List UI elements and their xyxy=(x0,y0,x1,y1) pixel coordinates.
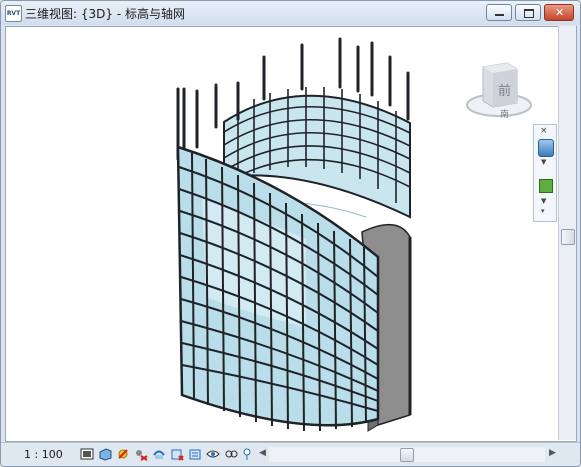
title-bar[interactable]: RVT 三维视图: {3D} - 标高与轴网 ✕ xyxy=(1,1,580,25)
detail-level-icon[interactable] xyxy=(80,447,94,461)
reveal-hidden-icon[interactable] xyxy=(224,447,238,461)
horizontal-scroll-thumb[interactable] xyxy=(400,448,414,462)
navigation-bar: × ▼ ▼ ▾ xyxy=(533,124,557,222)
scroll-left-arrow-icon[interactable]: ◀ xyxy=(259,448,266,458)
navbar-options-icon[interactable]: ▾ xyxy=(541,207,545,215)
view-window: RVT 三维视图: {3D} - 标高与轴网 ✕ 前 南 × ▼ ▼ ▾ 1:… xyxy=(0,0,581,467)
close-button[interactable]: ✕ xyxy=(544,4,574,21)
chevron-down-icon[interactable]: ▼ xyxy=(541,197,546,205)
viewcube-face-label[interactable]: 前 xyxy=(498,80,511,99)
vertical-scrollbar[interactable] xyxy=(558,26,576,440)
view-scale[interactable]: 1 : 100 xyxy=(24,448,63,461)
maximize-icon xyxy=(524,9,534,18)
minimize-button[interactable] xyxy=(486,4,512,21)
viewcube-compass-label[interactable]: 南 xyxy=(500,107,509,120)
rvt-file-icon: RVT xyxy=(5,5,22,22)
visual-style-icon[interactable] xyxy=(98,447,112,461)
maximize-button[interactable] xyxy=(515,4,541,21)
close-icon: ✕ xyxy=(555,6,565,19)
shadows-icon[interactable] xyxy=(134,447,148,461)
show-crop-icon[interactable] xyxy=(170,447,184,461)
minimize-icon xyxy=(495,14,504,16)
unlock-3d-icon[interactable] xyxy=(188,447,202,461)
3d-viewport[interactable]: 前 南 × ▼ ▼ ▾ xyxy=(5,26,577,442)
crop-view-icon[interactable] xyxy=(152,447,166,461)
chevron-down-icon[interactable]: ▼ xyxy=(541,158,546,166)
vertical-scroll-thumb[interactable] xyxy=(561,229,575,245)
sun-path-icon[interactable] xyxy=(116,447,130,461)
horizontal-scrollbar[interactable] xyxy=(269,447,545,462)
window-title: 三维视图: {3D} - 标高与轴网 xyxy=(25,7,185,21)
navbar-close-icon[interactable]: × xyxy=(540,126,548,136)
view-control-bar: 1 : 100 ◀ ▶ xyxy=(1,442,580,466)
zoom-region-icon[interactable] xyxy=(539,179,553,193)
scroll-right-arrow-icon[interactable]: ▶ xyxy=(549,448,556,458)
steering-wheel-icon[interactable] xyxy=(538,139,554,157)
temporary-hide-icon[interactable] xyxy=(206,447,220,461)
analytical-model-icon[interactable] xyxy=(240,447,254,461)
